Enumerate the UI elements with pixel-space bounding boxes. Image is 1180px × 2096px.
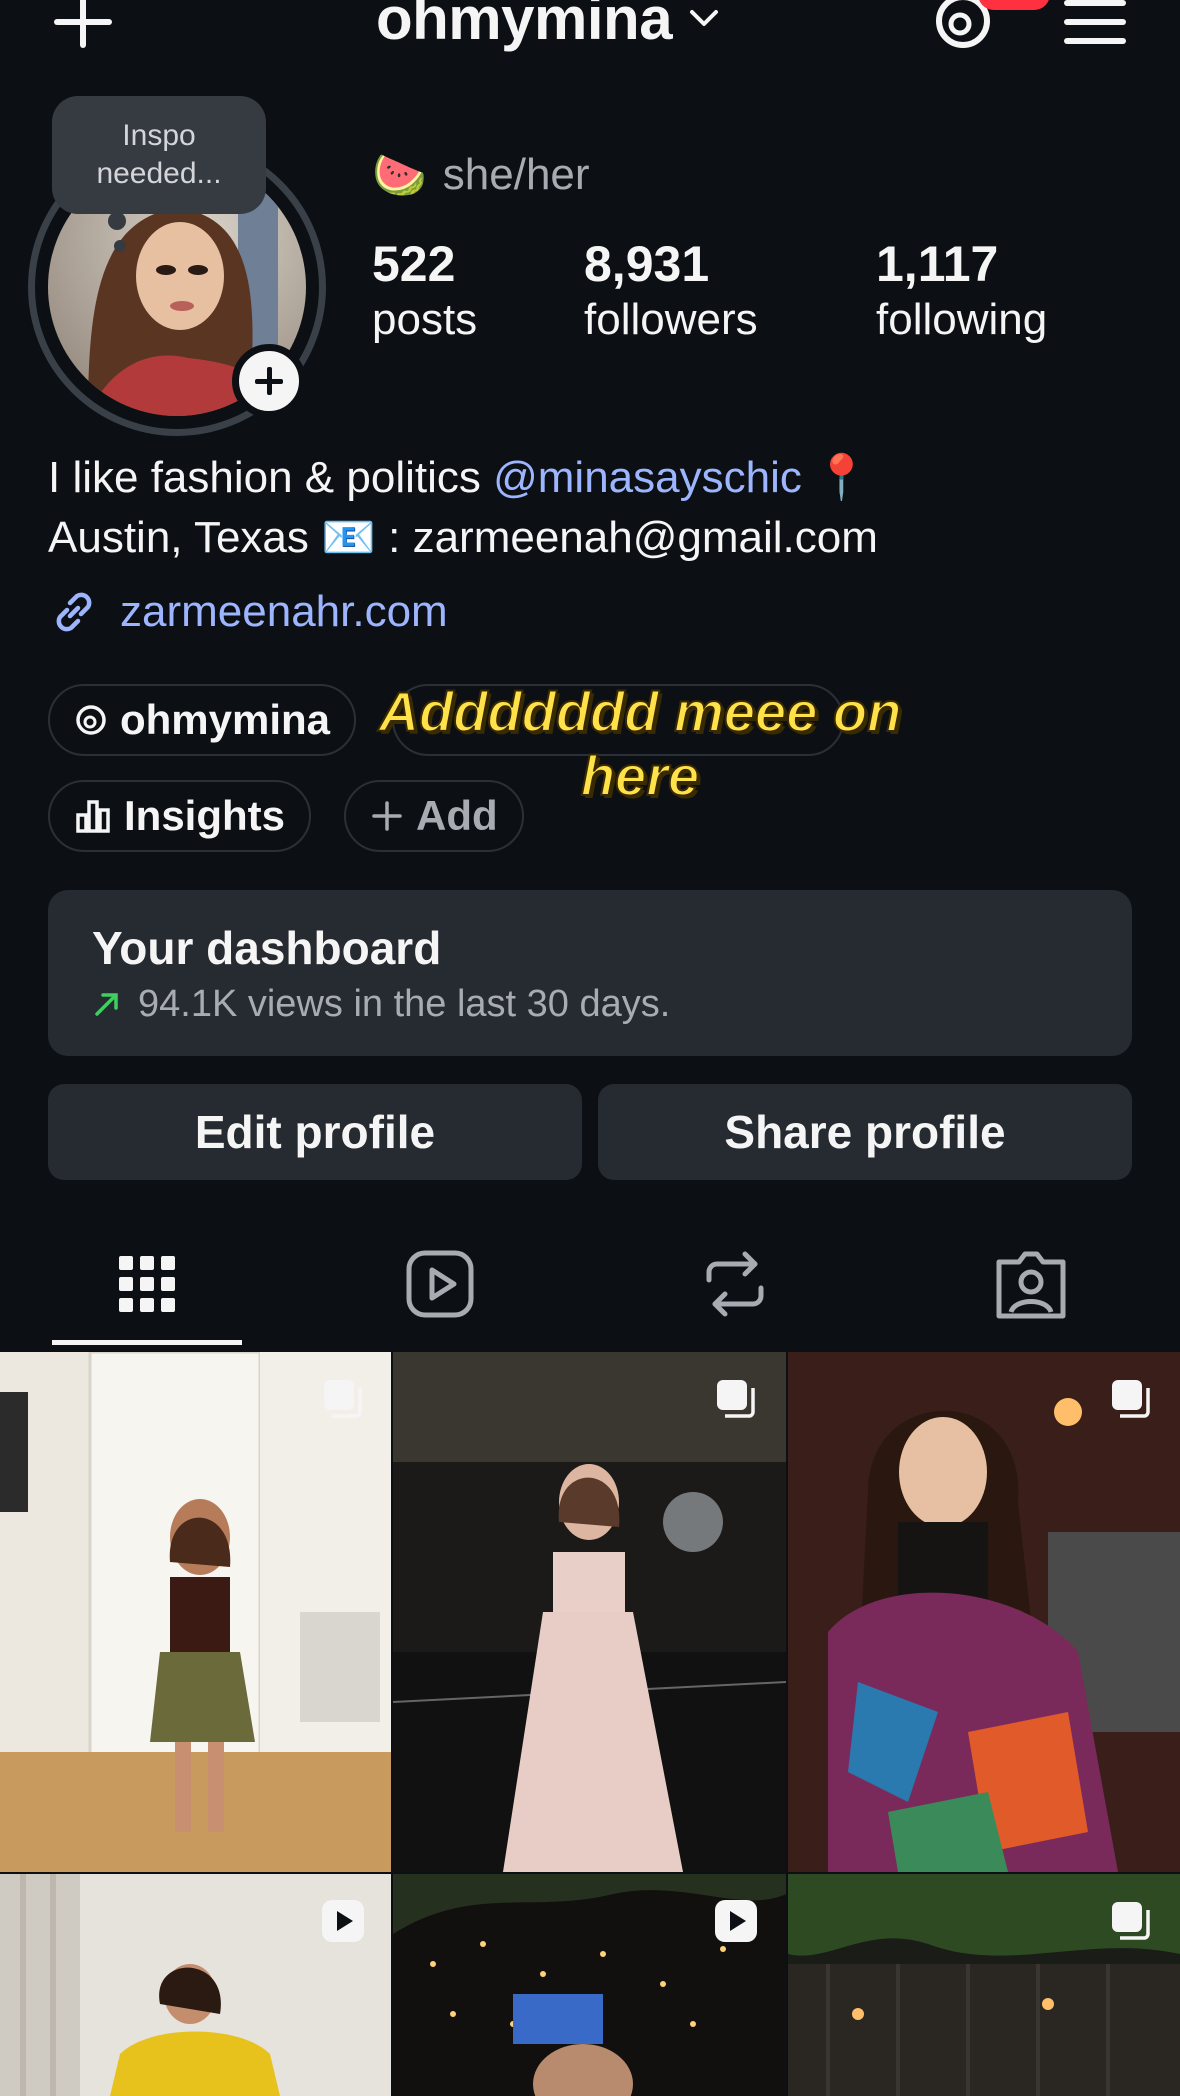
pin-icon: 📍 — [801, 453, 869, 502]
grid-post-4[interactable] — [0, 1874, 391, 2096]
trend-up-icon — [95, 993, 118, 1016]
add-story-button[interactable] — [232, 344, 306, 418]
tagged-icon[interactable] — [991, 1244, 1071, 1324]
watermelon-icon: 🍉 — [372, 151, 427, 200]
active-tab-indicator — [52, 1340, 242, 1345]
grid-post-2[interactable] — [393, 1352, 786, 1872]
link-text: zarmeenahr.com — [120, 587, 448, 636]
reels-icon[interactable] — [400, 1244, 480, 1324]
posts-grid-icon[interactable] — [107, 1244, 187, 1324]
posts-count: 522 — [372, 236, 456, 292]
username: ohmymina — [376, 0, 673, 52]
reposts-icon[interactable] — [695, 1244, 775, 1324]
plus-icon[interactable] — [50, 0, 116, 58]
carousel-icon — [1112, 1380, 1150, 1418]
bio-line-2: Austin, Texas 📧 : zarmeenah@gmail.com — [48, 513, 878, 562]
bio-line-1: I like fashion & politics @minasayschic … — [48, 448, 1148, 508]
profile-stats: 522 posts 8,931 followers 1,117 followin… — [372, 236, 1116, 348]
note-tail — [108, 212, 126, 230]
stat-posts[interactable]: 522 posts — [372, 236, 584, 348]
carousel-icon — [1112, 1902, 1150, 1940]
carousel-icon — [324, 1380, 362, 1418]
following-count: 1,117 — [876, 236, 999, 292]
account-switcher[interactable]: ohmymina — [376, 0, 722, 58]
bio-text: I like fashion & politics — [48, 453, 494, 502]
chevron-down-icon — [690, 10, 719, 26]
dashboard-views: 94.1K views in the last 30 days. — [138, 983, 671, 1025]
bio-mention-link[interactable]: @minasayschic — [493, 453, 802, 502]
share-profile-button[interactable]: Share profile — [598, 1084, 1132, 1180]
plus-icon — [372, 801, 402, 831]
threads-icon — [76, 705, 106, 735]
add-pill[interactable]: Add — [344, 780, 524, 852]
pronouns: 🍉 she/her — [372, 148, 590, 202]
post-image — [788, 1352, 1180, 1872]
threads-pill-label: ohmymina — [120, 696, 331, 743]
edit-profile-button[interactable]: Edit profile — [48, 1084, 582, 1180]
carousel-icon — [717, 1380, 755, 1418]
grid-post-5[interactable] — [393, 1874, 786, 2096]
grid-post-6[interactable] — [788, 1874, 1180, 2096]
note-tail-small — [114, 240, 126, 252]
link-icon — [56, 592, 92, 632]
post-image — [393, 1352, 786, 1872]
insights-label: Insights — [124, 792, 286, 839]
grid-post-1[interactable] — [0, 1352, 391, 1872]
bar-chart-icon — [76, 800, 110, 833]
reel-icon — [715, 1900, 757, 1942]
followers-label: followers — [584, 295, 758, 344]
note-text: Inspo needed... — [96, 119, 222, 190]
top-bar: ohmymina — [0, 0, 1180, 70]
dashboard-subtitle: 94.1K views in the last 30 days. — [92, 978, 1088, 1030]
insights-pill[interactable]: Insights — [48, 780, 312, 852]
add-label: Add — [416, 792, 498, 839]
following-label: following — [876, 295, 1048, 344]
pronouns-text: she/her — [442, 150, 590, 199]
grid-post-3[interactable] — [788, 1352, 1180, 1872]
notification-badge — [978, 0, 1050, 10]
bio: I like fashion & politics @minasayschic … — [48, 448, 1148, 568]
threads-profile-pill[interactable]: ohmymina — [48, 684, 357, 756]
dashboard-title: Your dashboard — [92, 922, 442, 974]
followers-count: 8,931 — [584, 236, 710, 292]
stat-following[interactable]: 1,117 following — [876, 236, 1116, 348]
note-bubble[interactable]: Inspo needed... — [52, 96, 266, 214]
professional-dashboard[interactable]: Your dashboard 94.1K views in the last 3… — [48, 890, 1132, 1056]
posts-label: posts — [372, 295, 478, 344]
post-image — [0, 1352, 391, 1872]
hamburger-menu-icon[interactable] — [1064, 0, 1126, 50]
reel-icon — [322, 1900, 364, 1942]
external-link[interactable]: zarmeenahr.com — [48, 586, 448, 638]
stat-followers[interactable]: 8,931 followers — [584, 236, 876, 348]
